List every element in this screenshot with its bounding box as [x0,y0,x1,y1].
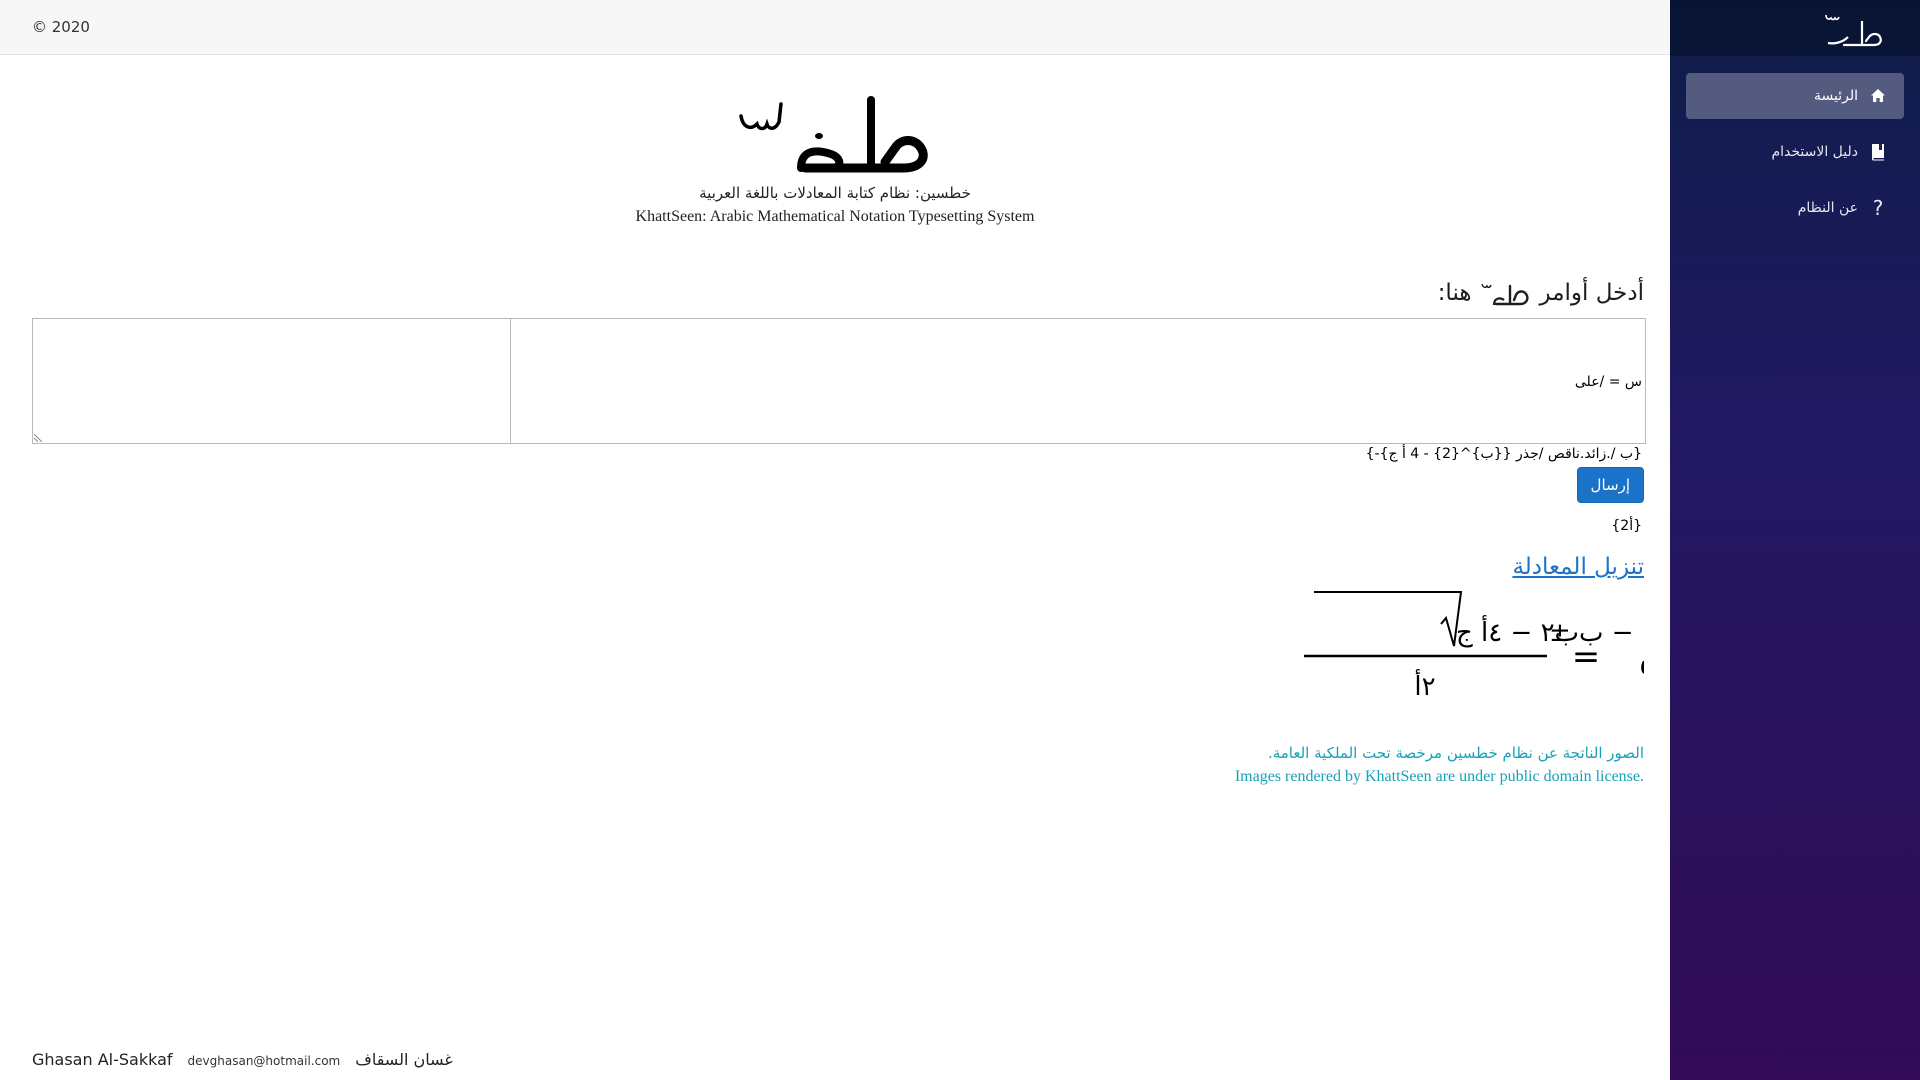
editor-divider [510,319,511,443]
footer: Ghasan Al-Sakkaf devghasan@hotmail.com غ… [32,1050,453,1069]
license-arabic: الصور الناتجة عن نظام خطسين مرخصة تحت ال… [1267,744,1644,762]
equation-lhs: س [1639,636,1644,676]
top-bar: © 2020 [0,0,1670,55]
hero-logo [739,96,928,173]
resize-handle-icon[interactable] [34,434,42,442]
author-name-english: Ghasan Al-Sakkaf [32,1050,173,1069]
input-heading: أدخل أوامر هنا: [1438,278,1644,308]
sidebar-item-label: دليل الاستخدام [1771,144,1858,160]
editor-content[interactable]: س = /على {-ب /.زائد.ناقص /جذر {{ب}^{2} -… [1366,322,1642,586]
sidebar-nav: الرئيسة دليل الاستخدام عن النظام ? [1670,56,1920,231]
book-icon [1868,142,1888,162]
download-equation-link[interactable]: تنزيل المعادلة [1512,554,1644,580]
input-heading-prefix: أدخل أوامر [1539,280,1644,306]
home-icon [1868,86,1888,106]
copyright-text: © 2020 [32,18,90,36]
inline-logo [1480,278,1532,308]
sidebar-brand[interactable] [1670,0,1920,56]
submit-button[interactable]: إرسال [1576,467,1644,503]
question-icon: ? [1872,196,1884,220]
radical-sign [1314,591,1463,647]
radicand: ب٢ − ٤أ ج [1456,614,1579,648]
editor-line: {-ب /.زائد.ناقص /جذر {{ب}^{2} - 4 أ ج}} [1365,446,1642,462]
sidebar-item-about[interactable]: عن النظام ? [1686,185,1904,231]
editor-line: {2أ} [1611,518,1642,534]
denominator: ٢أ [1414,668,1435,702]
hero: خطسين: نظام كتابة المعادلات باللغة العرب… [0,94,1670,226]
rendered-equation: س = − ب ± ب٢ − ٤أ ج ٢أ [1284,584,1681,718]
sidebar-item-label: عن النظام [1797,200,1858,216]
subtitle-arabic: خطسين: نظام كتابة المعادلات باللغة العرب… [699,184,971,202]
sidebar-logo[interactable] [1822,7,1892,49]
sidebar-item-home[interactable]: الرئيسة [1686,73,1904,119]
editor-line: س = /على [1574,374,1642,390]
subtitle-english: KhattSeen: Arabic Mathematical Notation … [635,208,1035,225]
author-email[interactable]: devghasan@hotmail.com [188,1054,341,1068]
main-content: خطسين: نظام كتابة المعادلات باللغة العرب… [0,56,1681,1080]
command-editor[interactable]: س = /على {-ب /.زائد.ناقص /جذر {{ب}^{2} -… [32,318,1646,534]
license-english: Images rendered by KhattSeen are under p… [1234,768,1644,785]
sidebar-item-label: الرئيسة [1814,88,1858,104]
input-heading-suffix: هنا: [1437,280,1472,306]
author-name-arabic: غسان السقاف [355,1050,453,1069]
sidebar-item-guide[interactable]: دليل الاستخدام [1686,129,1904,175]
sidebar: الرئيسة دليل الاستخدام عن النظام ? [1670,0,1920,1080]
